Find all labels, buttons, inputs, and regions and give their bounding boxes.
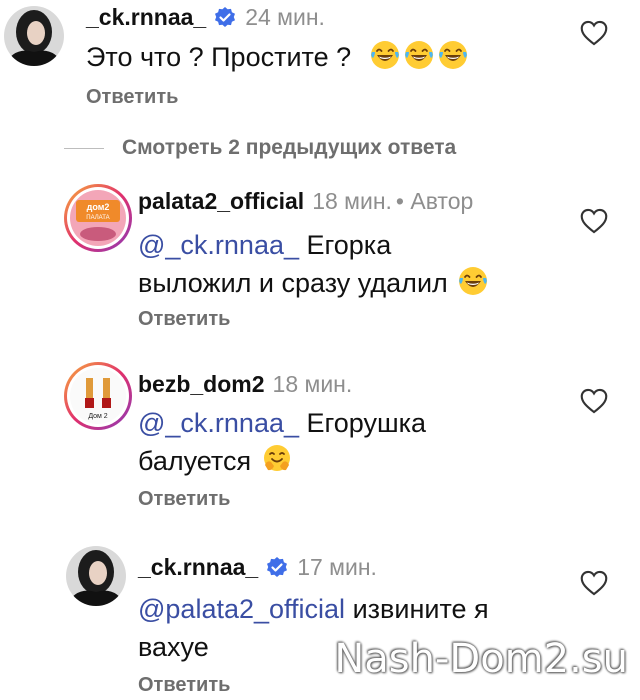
heart-icon[interactable] (580, 388, 608, 414)
timestamp: 18 мин. (272, 371, 353, 397)
mention-link[interactable]: @_ck.rnnaa_ (138, 408, 299, 438)
timestamp: 18 мин. (312, 188, 392, 214)
verified-badge-icon (213, 6, 237, 30)
reply-button[interactable]: Ответить (138, 488, 230, 511)
mention-link[interactable]: @_ck.rnnaa_ (138, 230, 299, 260)
reply-button[interactable]: Ответить (86, 86, 178, 109)
view-replies-label[interactable]: Смотреть 2 предыдущих ответа (122, 136, 456, 160)
avatar[interactable]: дом2 ПАЛАТА (64, 184, 132, 252)
username[interactable]: bezb_dom2 (138, 371, 265, 398)
avatar-photo (4, 6, 64, 66)
laughing-crying-emoji-icon (457, 265, 489, 297)
comment-body-line2: балуется (138, 446, 252, 476)
mention-link[interactable]: @palata2_official (138, 594, 345, 624)
comment-body-line2: вахуе (138, 632, 209, 662)
laughing-crying-emoji-icon (369, 39, 401, 71)
comment-body-line2: выложил и сразу удалил (138, 268, 448, 298)
avatar-logo-text-top: дом2 (87, 202, 110, 212)
avatar-photo (66, 546, 126, 606)
timestamp: 17 мин. (297, 554, 377, 580)
username[interactable]: _ck.rnnaa_ (138, 554, 258, 581)
view-previous-replies[interactable]: Смотреть 2 предыдущих ответа (64, 136, 456, 160)
comment-text: @_ck.rnnaa_ Егорушка балуется (138, 404, 426, 480)
laughing-crying-emoji-icon (403, 39, 435, 71)
divider (64, 147, 104, 149)
author-label: • Автор (395, 188, 474, 214)
avatar[interactable]: Дом 2 (64, 362, 132, 430)
reply-button[interactable]: Ответить (138, 674, 230, 697)
comment-body-line1: Егорушка (299, 408, 427, 438)
avatar-logo: дом2 ПАЛАТА (70, 190, 126, 246)
watermark: Nash-Dom2.su (334, 636, 628, 682)
username[interactable]: palata2_official (138, 188, 304, 215)
comment-body-line1: извините я (345, 594, 489, 624)
avatar-logo-text: Дом 2 (88, 413, 107, 420)
comment-text: Это что ? Простите ? (86, 38, 469, 76)
avatar-logo: Дом 2 (70, 368, 126, 424)
timestamp: 24 мин. (245, 4, 325, 30)
heart-icon[interactable] (580, 570, 608, 596)
comment-body: Это что ? Простите ? (86, 42, 352, 72)
reply-button[interactable]: Ответить (138, 308, 230, 331)
heart-icon[interactable] (580, 20, 608, 46)
heart-icon[interactable] (580, 208, 608, 234)
comment-text: @_ck.rnnaa_ Егорка выложил и сразу удали… (138, 226, 489, 302)
username[interactable]: _ck.rnnaa_ (86, 4, 206, 31)
avatar[interactable] (66, 546, 126, 606)
hugging-face-emoji-icon (261, 443, 293, 475)
avatar[interactable] (4, 6, 64, 66)
avatar-logo-text-bottom: ПАЛАТА (86, 215, 109, 221)
verified-badge-icon (265, 556, 289, 580)
comment-body-line1: Егорка (299, 230, 392, 260)
laughing-crying-emoji-icon (437, 39, 469, 71)
